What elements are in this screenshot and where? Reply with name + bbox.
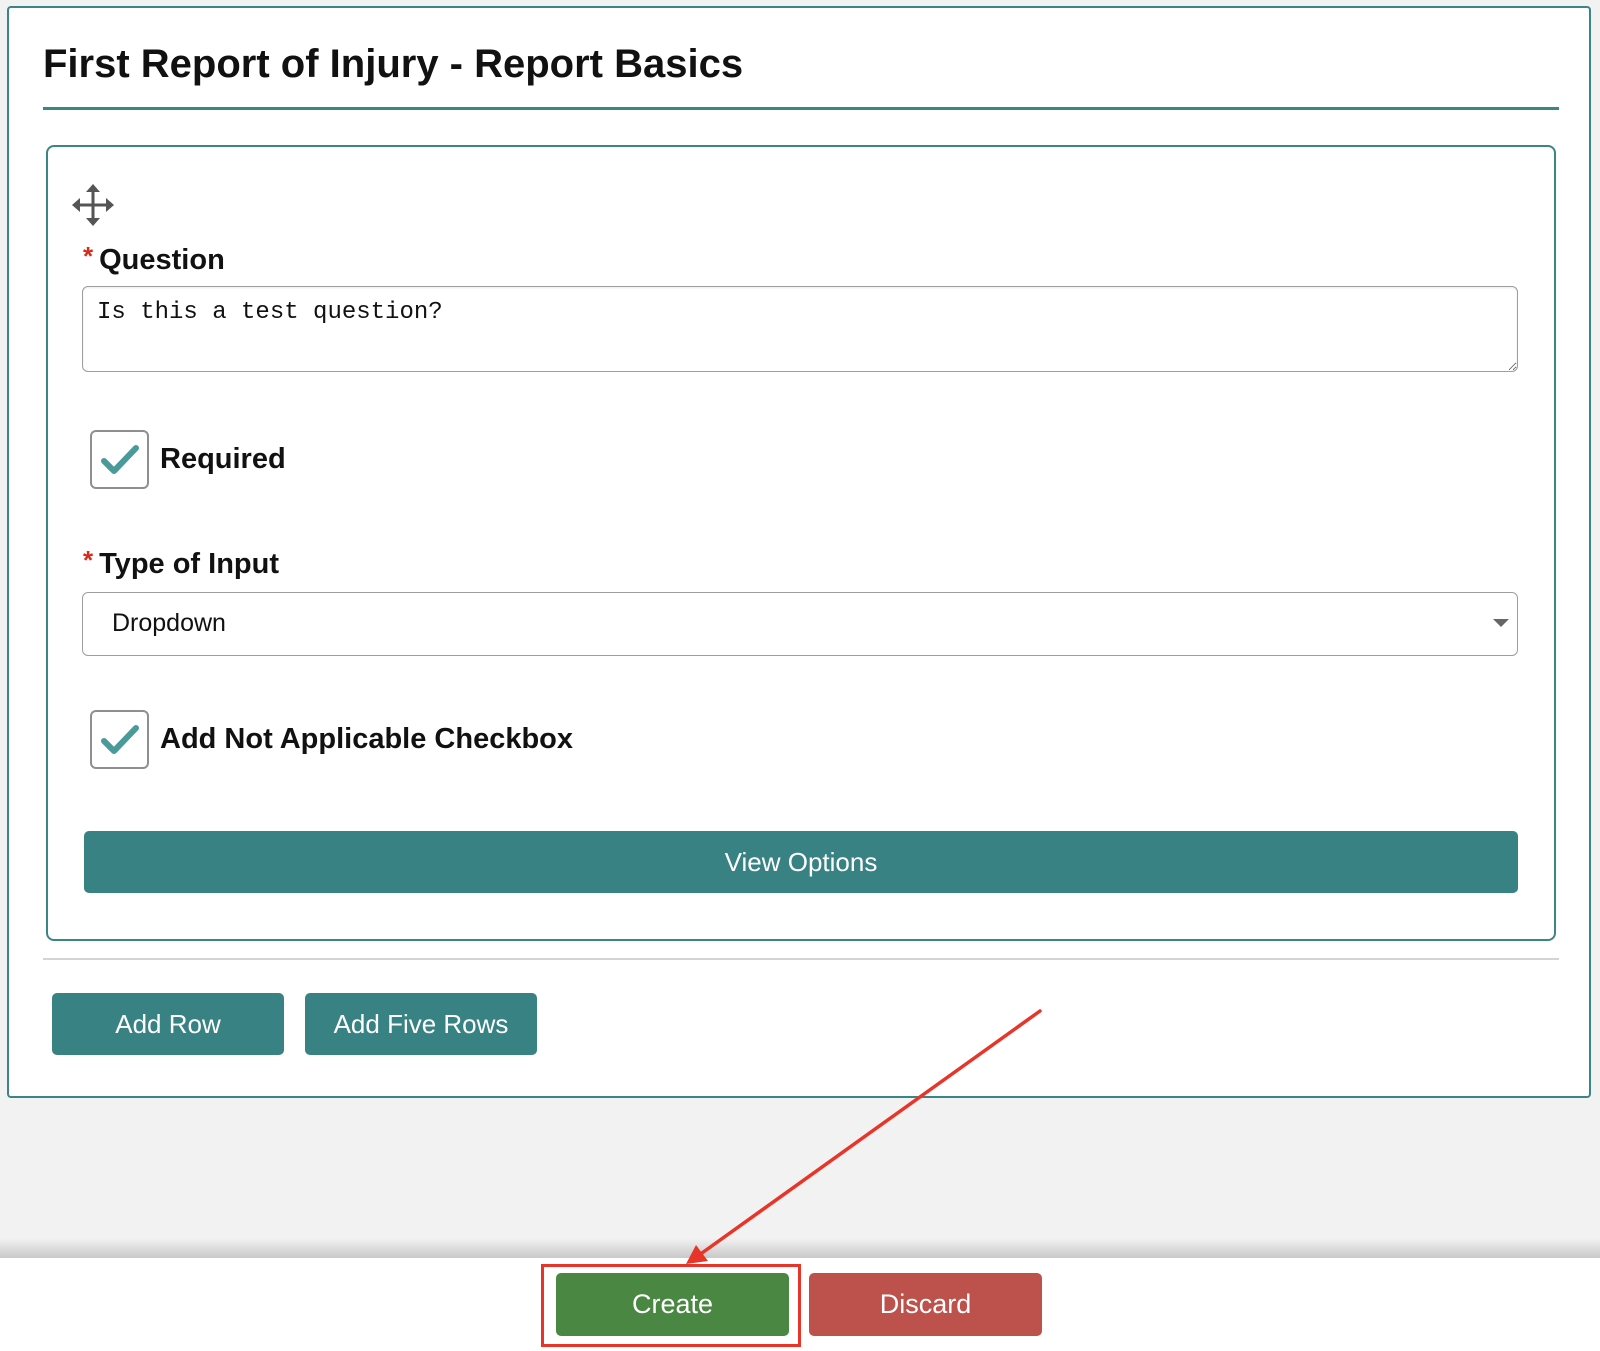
report-card: First Report of Injury - Report Basics *… [7, 6, 1591, 1098]
checkmark-icon [100, 444, 139, 474]
required-asterisk: * [83, 241, 94, 271]
required-checkbox-row[interactable]: Required [90, 430, 286, 489]
required-checkbox-label: Required [160, 443, 286, 475]
not-applicable-checkbox[interactable] [90, 710, 149, 769]
view-options-button[interactable]: View Options [84, 831, 1518, 893]
question-label-text: Question [99, 244, 225, 276]
not-applicable-checkbox-row[interactable]: Add Not Applicable Checkbox [90, 710, 573, 769]
footer-shadow [0, 1238, 1600, 1258]
title-divider [43, 107, 1559, 110]
checkmark-icon [100, 724, 139, 754]
question-card: * Question Is this a test question? Requi… [46, 145, 1556, 941]
type-of-input-label-text: Type of Input [99, 548, 280, 580]
create-highlight-box [541, 1264, 801, 1347]
question-label: * Question [83, 241, 225, 277]
discard-button[interactable]: Discard [809, 1273, 1042, 1336]
chevron-down-icon [1493, 619, 1509, 627]
type-of-input-label: * Type of Input [83, 545, 279, 581]
add-row-button[interactable]: Add Row [52, 993, 284, 1055]
required-checkbox[interactable] [90, 430, 149, 489]
type-of-input-select[interactable]: Dropdown [82, 592, 1518, 656]
add-five-rows-button[interactable]: Add Five Rows [305, 993, 537, 1055]
type-of-input-value: Dropdown [112, 609, 226, 637]
move-icon[interactable] [71, 183, 115, 227]
required-asterisk: * [83, 545, 94, 575]
not-applicable-checkbox-label: Add Not Applicable Checkbox [160, 723, 574, 755]
question-textarea[interactable]: Is this a test question? [82, 286, 1518, 372]
page-title: First Report of Injury - Report Basics [43, 42, 744, 86]
section-divider [43, 958, 1559, 960]
